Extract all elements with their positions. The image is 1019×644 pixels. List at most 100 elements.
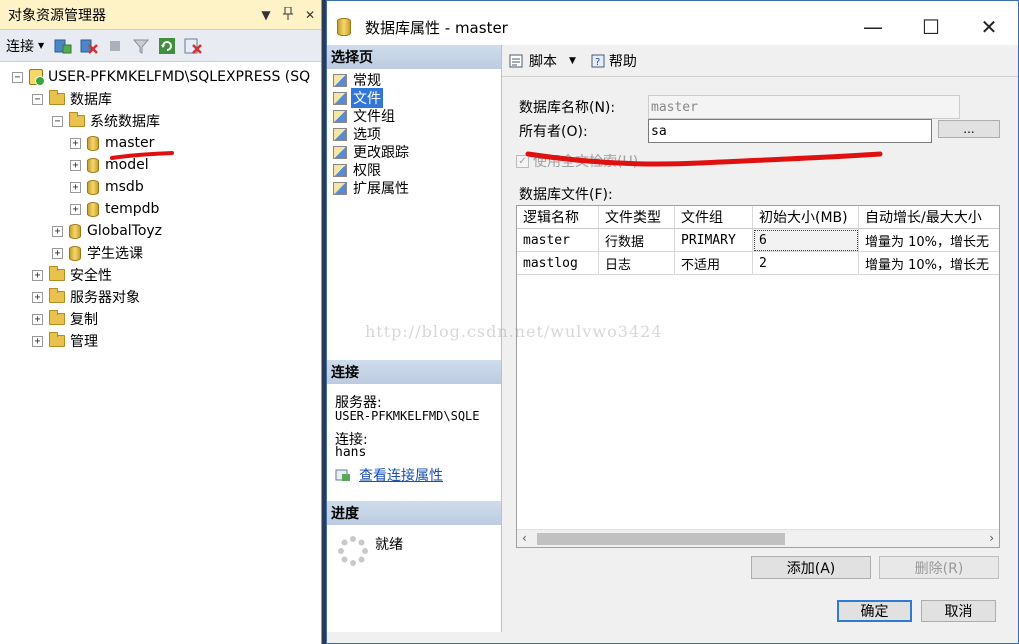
table-cell[interactable]: 行数据 [599,229,675,252]
tree-node-msdb[interactable]: + msdb [70,176,144,198]
expand-icon[interactable]: + [32,291,43,303]
page-options[interactable]: 选项 [333,125,383,143]
folder-icon [49,266,65,281]
tree-node-server[interactable]: − USER-PFKMKELFMD\SQLEXPRESS (SQ [12,66,310,88]
table-cell[interactable]: PRIMARY [675,229,753,252]
tree-label: model [105,157,149,173]
expand-icon[interactable]: + [52,225,63,237]
page-change-tracking[interactable]: 更改跟踪 [333,143,411,161]
expand-icon[interactable]: + [70,159,81,171]
connection-value: hans [335,445,367,460]
connect-button[interactable]: 连接 ▼ [6,36,44,56]
expand-icon[interactable]: + [70,181,81,193]
add-button[interactable]: 添加(A) [751,556,871,579]
table-cell[interactable]: 6 [753,229,859,252]
help-icon: ? [591,54,605,68]
collapse-icon[interactable]: − [32,93,43,105]
expand-icon[interactable]: + [32,269,43,281]
page-general[interactable]: 常规 [333,71,383,89]
grid-header[interactable]: 逻辑名称 [517,206,599,229]
tree-node-system-databases[interactable]: − 系统数据库 [52,110,160,132]
tree-node-server-objects[interactable]: + 服务器对象 [32,286,140,308]
tree-node-management[interactable]: + 管理 [32,330,98,352]
tree-label: master [105,135,155,151]
scroll-left-icon[interactable]: ‹ [522,531,527,545]
scrollbar-thumb[interactable] [537,533,785,545]
database-icon [87,135,99,151]
chevron-down-icon[interactable]: ▼ [569,56,576,66]
progress-status: 就绪 [375,537,403,553]
grid-header[interactable]: 文件类型 [599,206,675,229]
page-icon [333,181,347,195]
table-cell[interactable]: master [517,229,599,252]
tree-label: 安全性 [70,268,112,284]
tree-node-xuesheng[interactable]: + 学生选课 [52,242,143,264]
tree-node-globaltoyz[interactable]: + GlobalToyz [52,220,162,242]
tree-node-databases[interactable]: − 数据库 [32,88,112,110]
expand-icon[interactable]: + [52,247,63,259]
grid-header[interactable]: 自动增长/最大大小 [859,206,999,229]
grid-header[interactable]: 初始大小(MB) [753,206,859,229]
properties-icon [335,469,350,481]
close-icon[interactable]: ✕ [299,8,321,22]
folder-icon [49,332,65,347]
browse-owner-button[interactable]: ... [938,120,1000,138]
table-cell[interactable]: 不适用 [675,252,753,275]
expand-icon[interactable]: + [32,313,43,325]
page-permissions[interactable]: 权限 [333,161,383,179]
stop-icon[interactable] [104,36,126,56]
owner-field[interactable]: sa [648,119,932,143]
object-explorer-title: 对象资源管理器 [8,7,106,24]
table-cell[interactable]: 增量为 10%，增长无 [859,229,999,252]
expand-icon[interactable]: + [32,335,43,347]
pin-icon[interactable] [277,6,299,23]
help-label: 帮助 [608,53,637,70]
db-files-grid[interactable]: 逻辑名称 文件类型 文件组 初始大小(MB) 自动增长/最大大小 master … [516,205,1000,548]
summary-icon[interactable] [182,36,204,56]
database-icon [337,18,351,36]
tree-node-replication[interactable]: + 复制 [32,308,98,330]
table-cell[interactable]: mastlog [517,252,599,275]
collapse-icon[interactable]: − [52,115,63,127]
view-connection-properties-link[interactable]: 查看连接属性 [335,465,443,485]
folder-icon [69,112,85,127]
view-link-label[interactable]: 查看连接属性 [359,465,443,485]
tree-node-tempdb[interactable]: + tempdb [70,198,159,220]
checkbox-icon: ✓ [516,154,529,168]
refresh-icon[interactable] [156,36,178,56]
disconnect-icon[interactable] [78,36,100,56]
scroll-right-icon[interactable]: › [989,531,994,545]
tree-node-security[interactable]: + 安全性 [32,264,112,286]
grid-header[interactable]: 文件组 [675,206,753,229]
page-icon [333,127,347,141]
database-icon [69,245,81,261]
table-cell[interactable]: 增量为 10%，增长无 [859,252,999,275]
script-button[interactable]: 脚本 ▼ [508,51,576,71]
expand-icon[interactable]: + [70,203,81,215]
page-files[interactable]: 文件 [333,88,383,108]
page-extended-properties[interactable]: 扩展属性 [333,179,411,197]
fulltext-checkbox: ✓ 使用全文检索(U) [516,151,638,171]
folder-icon [49,288,65,303]
page-icon [333,109,347,123]
tree-label: 学生选课 [87,246,143,262]
page-icon [333,163,347,177]
help-button[interactable]: ? 帮助 [590,51,637,71]
page-icon [333,145,347,159]
database-icon [87,157,99,173]
connect-object-explorer-icon[interactable] [52,36,74,56]
cancel-button[interactable]: 取消 [921,600,996,622]
table-cell[interactable]: 2 [753,252,859,275]
ok-button[interactable]: 确定 [837,600,912,622]
table-cell[interactable]: 日志 [599,252,675,275]
dialog-title: 数据库属性 - master [365,18,508,37]
filter-icon[interactable] [130,36,152,56]
expand-icon[interactable]: + [70,137,81,149]
collapse-icon[interactable]: − [12,71,23,83]
tree-node-master[interactable]: + master [70,132,154,154]
dropdown-icon[interactable]: ▼ [255,8,277,22]
page-filegroups[interactable]: 文件组 [333,107,397,125]
page-label: 文件 [351,88,383,108]
horizontal-scrollbar[interactable]: ‹ › [517,529,999,547]
tree-node-model[interactable]: + model [70,154,149,176]
